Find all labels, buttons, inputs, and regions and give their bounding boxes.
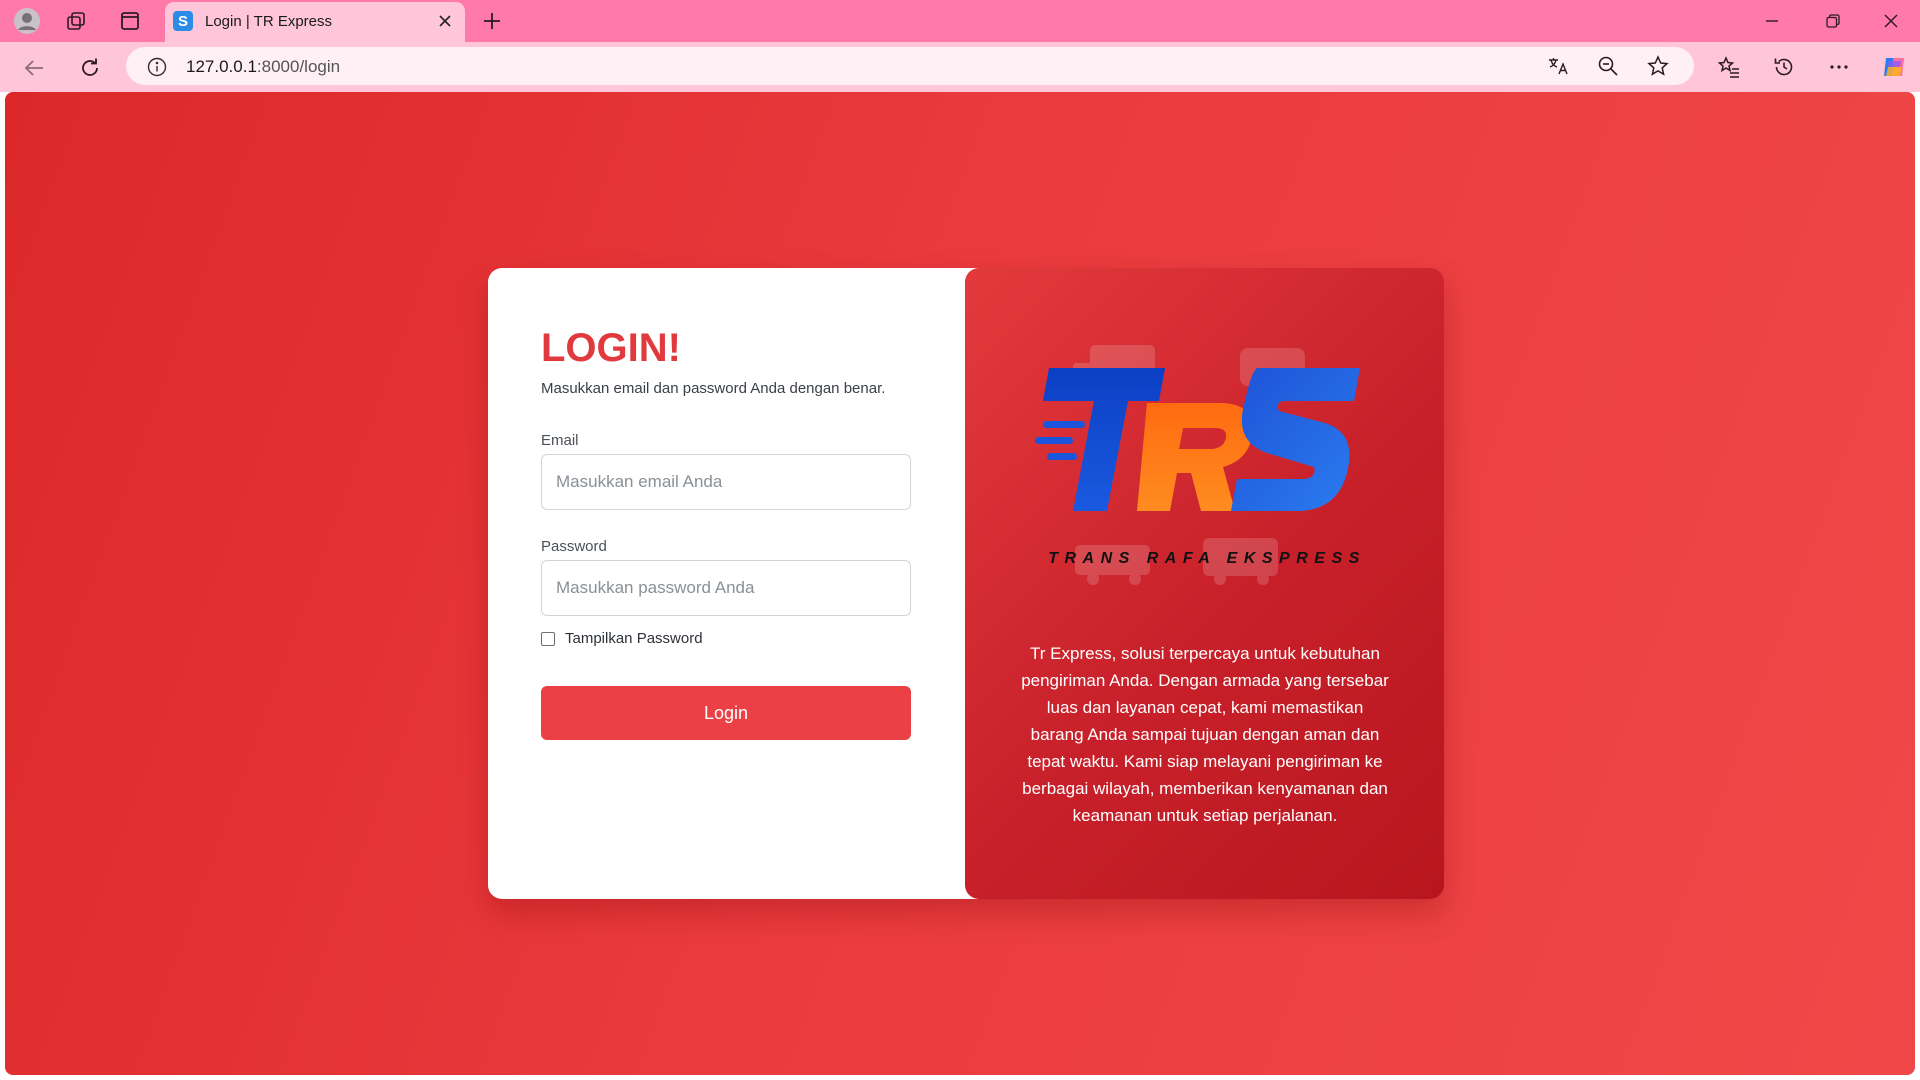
browser-toolbar: 127.0.0.1:8000/login <box>0 42 1920 92</box>
favorites-icon[interactable] <box>1716 54 1742 80</box>
login-subtitle: Masukkan email dan password Anda dengan … <box>541 380 886 397</box>
back-icon[interactable] <box>21 55 47 81</box>
login-heading: LOGIN! <box>541 326 681 370</box>
zoom-out-icon[interactable] <box>1596 54 1620 78</box>
url-path: :8000/login <box>256 57 341 76</box>
reload-icon[interactable] <box>77 55 103 81</box>
new-tab-icon[interactable] <box>480 9 504 33</box>
address-bar[interactable]: 127.0.0.1:8000/login <box>126 47 1694 85</box>
collections-icon[interactable] <box>64 9 88 33</box>
login-form-panel: LOGIN! Masukkan email dan password Anda … <box>488 268 978 899</box>
translate-icon[interactable] <box>1546 54 1570 78</box>
site-info-icon[interactable] <box>146 56 168 78</box>
login-button[interactable]: Login <box>541 686 911 740</box>
vertical-tabs-icon[interactable] <box>118 9 142 33</box>
trs-logo: TRANS RAFA EKSPRESS <box>1035 323 1380 598</box>
brand-description: Tr Express, solusi terpercaya untuk kebu… <box>1021 644 1389 825</box>
login-card: LOGIN! Masukkan email dan password Anda … <box>488 268 1444 899</box>
active-tab[interactable]: S Login | TR Express <box>165 2 465 42</box>
minimize-icon[interactable] <box>1760 9 1784 33</box>
more-options-icon[interactable] <box>1826 54 1852 80</box>
profile-icon[interactable] <box>13 7 41 35</box>
close-window-icon[interactable] <box>1879 9 1903 33</box>
login-page: LOGIN! Masukkan email dan password Anda … <box>5 92 1915 1075</box>
password-field[interactable] <box>541 560 911 616</box>
restore-icon[interactable] <box>1821 9 1845 33</box>
copilot-icon[interactable] <box>1879 52 1909 82</box>
tab-title: Login | TR Express <box>205 13 333 30</box>
url-host: 127.0.0.1 <box>186 57 257 76</box>
history-icon[interactable] <box>1771 54 1797 80</box>
favorite-star-icon[interactable] <box>1646 54 1670 78</box>
url-text: 127.0.0.1:8000/login <box>186 57 340 77</box>
brand-panel: TRANS RAFA EKSPRESS Tr Express, solusi t… <box>965 268 1444 899</box>
email-label: Email <box>541 432 579 449</box>
show-password-checkbox[interactable] <box>541 632 555 646</box>
show-password-label[interactable]: Tampilkan Password <box>565 630 703 647</box>
logo-tagline: TRANS RAFA EKSPRESS <box>1048 550 1366 567</box>
browser-tab-bar: S Login | TR Express <box>0 0 1920 42</box>
password-label: Password <box>541 538 607 555</box>
email-field[interactable] <box>541 454 911 510</box>
close-tab-icon[interactable] <box>435 11 455 31</box>
site-favicon-icon: S <box>173 11 193 31</box>
